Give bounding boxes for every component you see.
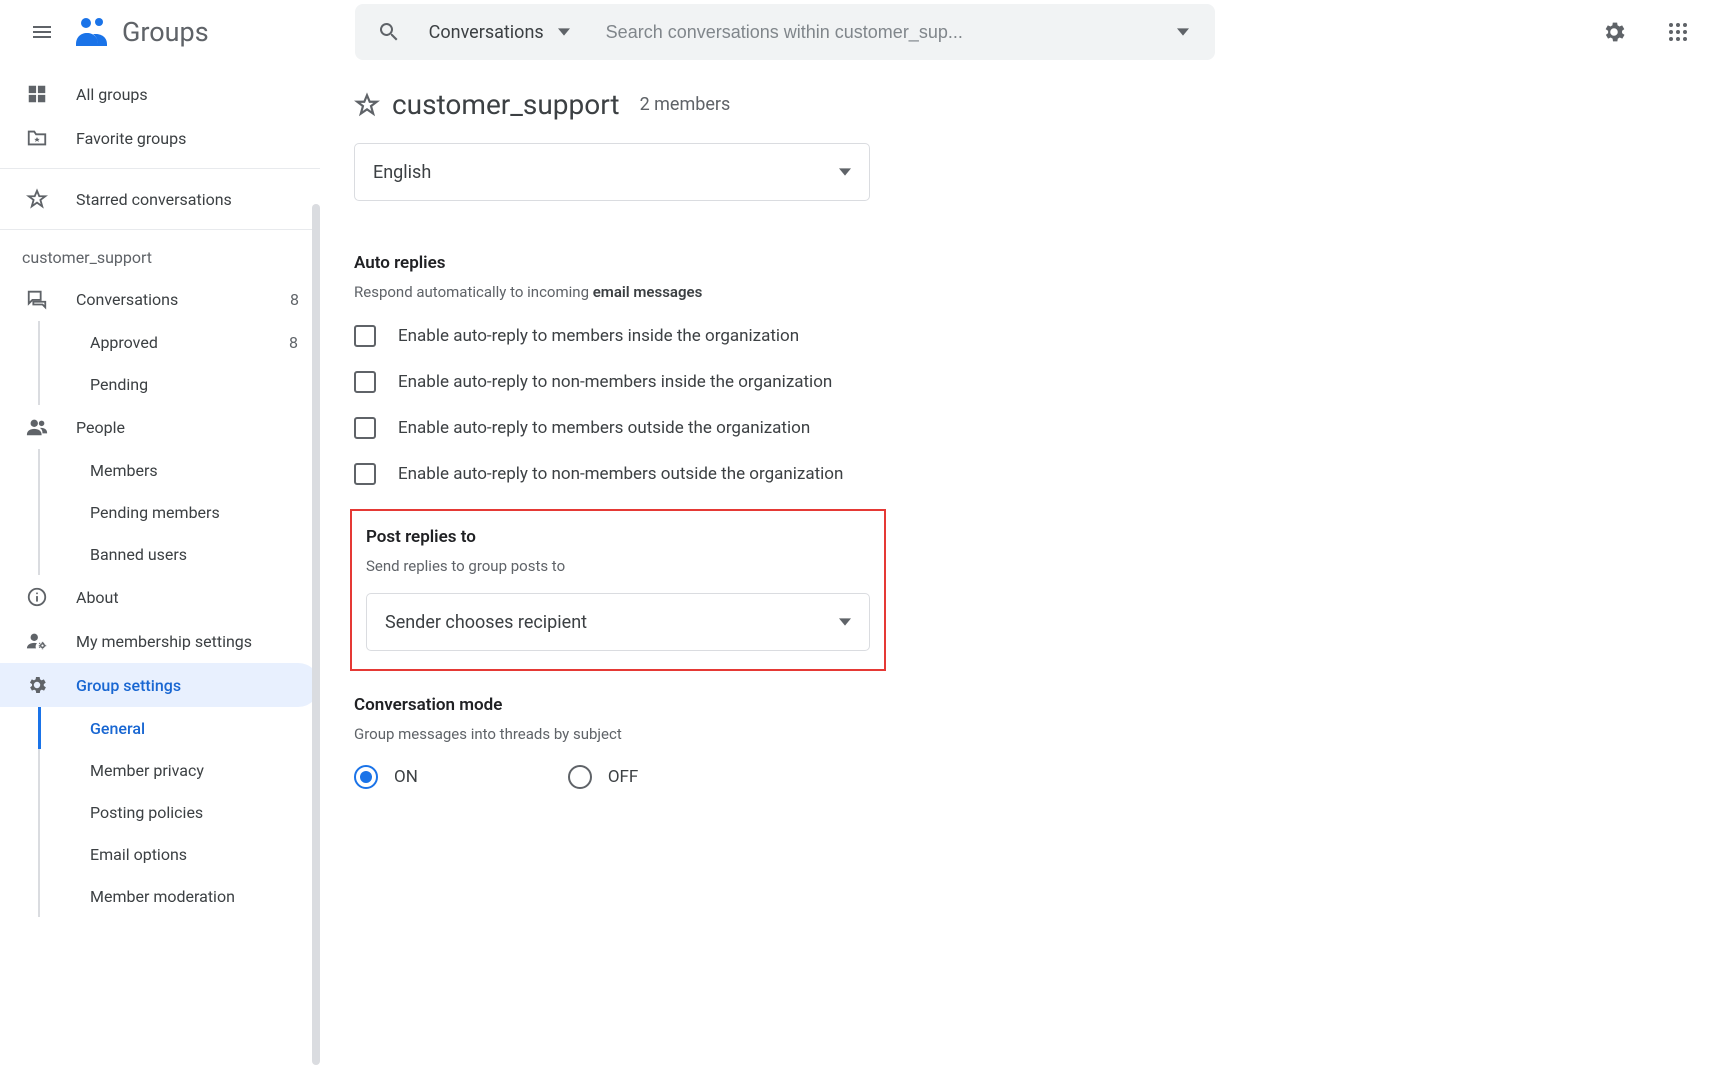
- sidebar-item-membership-settings[interactable]: My membership settings: [0, 619, 320, 663]
- sidebar-item-favorite-groups[interactable]: Favorite groups: [0, 116, 320, 160]
- sidebar-item-pending[interactable]: Pending: [0, 363, 320, 405]
- sidebar-item-member-moderation[interactable]: Member moderation: [0, 875, 320, 917]
- post-replies-title: Post replies to: [366, 527, 870, 547]
- divider: [0, 229, 320, 230]
- sidebar-scrollbar[interactable]: [312, 204, 320, 1065]
- checkbox-label: Enable auto-reply to members outside the…: [398, 418, 810, 438]
- checkbox[interactable]: [354, 325, 376, 347]
- sidebar-item-approved[interactable]: Approved 8: [0, 321, 320, 363]
- sidebar-item-email-options[interactable]: Email options: [0, 833, 320, 875]
- sidebar-label: Member privacy: [90, 761, 320, 780]
- main-content: customer_support 2 members English Auto …: [320, 64, 1720, 1065]
- sidebar-label: Banned users: [90, 545, 320, 564]
- checkbox[interactable]: [354, 463, 376, 485]
- post-replies-select[interactable]: Sender chooses recipient: [366, 593, 870, 651]
- sidebar-item-conversations[interactable]: Conversations 8: [0, 277, 320, 321]
- search-scope-dropdown[interactable]: Conversations: [411, 22, 588, 43]
- sidebar: All groups Favorite groups Starred conve…: [0, 64, 320, 1065]
- sidebar-label: Posting policies: [90, 803, 320, 822]
- sidebar-item-starred[interactable]: Starred conversations: [0, 177, 320, 221]
- sidebar-label: My membership settings: [76, 632, 320, 651]
- sidebar-label: Approved: [90, 333, 289, 352]
- search-scope-label: Conversations: [429, 22, 544, 43]
- radio-button[interactable]: [354, 765, 378, 789]
- settings-button[interactable]: [1590, 8, 1638, 56]
- sidebar-label: Conversations: [76, 290, 290, 309]
- post-replies-subtitle: Send replies to group posts to: [366, 557, 870, 575]
- sidebar-label: Members: [90, 461, 320, 480]
- sidebar-item-posting-policies[interactable]: Posting policies: [0, 791, 320, 833]
- chevron-down-icon: [558, 26, 570, 38]
- sidebar-label: People: [76, 418, 320, 437]
- favorite-folder-icon: [26, 127, 76, 149]
- divider: [0, 168, 320, 169]
- groups-logo-icon: [72, 12, 112, 52]
- apps-grid-icon: [1666, 20, 1690, 44]
- auto-reply-option-row[interactable]: Enable auto-reply to members outside the…: [354, 417, 1680, 439]
- sidebar-label: All groups: [76, 85, 320, 104]
- checkbox[interactable]: [354, 371, 376, 393]
- app-logo[interactable]: Groups: [72, 12, 209, 52]
- auto-reply-option-row[interactable]: Enable auto-reply to non-members inside …: [354, 371, 1680, 393]
- checkbox-label: Enable auto-reply to non-members inside …: [398, 372, 832, 392]
- sidebar-label: Pending members: [90, 503, 320, 522]
- search-input[interactable]: [588, 22, 1163, 43]
- sidebar-label: Member moderation: [90, 887, 320, 906]
- person-gear-icon: [26, 630, 76, 652]
- gear-icon: [26, 674, 76, 696]
- sidebar-item-all-groups[interactable]: All groups: [0, 72, 320, 116]
- sidebar-label: General: [90, 719, 320, 738]
- sidebar-label: Group settings: [76, 676, 320, 695]
- sidebar-item-people[interactable]: People: [0, 405, 320, 449]
- members-count: 2 members: [640, 94, 731, 115]
- language-select[interactable]: English: [354, 143, 870, 201]
- conversation-mode-on-radio[interactable]: ON: [354, 765, 418, 789]
- chevron-down-icon: [839, 166, 851, 178]
- apps-button[interactable]: [1654, 8, 1702, 56]
- search-options-dropdown[interactable]: [1163, 26, 1203, 38]
- info-icon: [26, 586, 76, 608]
- conversations-icon: [26, 288, 76, 310]
- checkbox-label: Enable auto-reply to non-members outside…: [398, 464, 843, 484]
- radio-label: ON: [394, 767, 418, 787]
- app-name: Groups: [122, 16, 209, 48]
- checkbox-label: Enable auto-reply to members inside the …: [398, 326, 799, 346]
- sidebar-label: About: [76, 588, 320, 607]
- gear-icon: [1601, 19, 1627, 45]
- people-icon: [26, 416, 76, 438]
- sidebar-item-group-settings[interactable]: Group settings: [0, 663, 320, 707]
- conversation-mode-subtitle: Group messages into threads by subject: [354, 725, 1680, 743]
- auto-reply-option-row[interactable]: Enable auto-reply to members inside the …: [354, 325, 1680, 347]
- sidebar-item-members[interactable]: Members: [0, 449, 320, 491]
- search-bar[interactable]: Conversations: [355, 4, 1215, 60]
- language-select-value: English: [373, 162, 431, 183]
- auto-reply-option-row[interactable]: Enable auto-reply to non-members outside…: [354, 463, 1680, 485]
- all-groups-icon: [26, 83, 76, 105]
- star-group-button[interactable]: [354, 92, 380, 118]
- radio-label: OFF: [608, 767, 639, 787]
- sidebar-item-member-privacy[interactable]: Member privacy: [0, 749, 320, 791]
- sidebar-label: Email options: [90, 845, 320, 864]
- sidebar-item-about[interactable]: About: [0, 575, 320, 619]
- search-icon[interactable]: [367, 20, 411, 44]
- star-icon: [26, 188, 76, 210]
- sidebar-group-name: customer_support: [0, 238, 320, 277]
- checkbox[interactable]: [354, 417, 376, 439]
- post-replies-section-highlight: Post replies to Send replies to group po…: [350, 509, 886, 671]
- post-replies-select-value: Sender chooses recipient: [385, 612, 587, 633]
- sidebar-label: Starred conversations: [76, 190, 320, 209]
- sidebar-label: Pending: [90, 375, 320, 394]
- sidebar-item-pending-members[interactable]: Pending members: [0, 491, 320, 533]
- radio-button[interactable]: [568, 765, 592, 789]
- group-title: customer_support: [392, 88, 620, 121]
- auto-replies-subtitle: Respond automatically to incoming email …: [354, 283, 1680, 301]
- auto-replies-title: Auto replies: [354, 253, 1680, 273]
- chevron-down-icon: [839, 616, 851, 628]
- conversation-mode-title: Conversation mode: [354, 695, 1680, 715]
- main-menu-button[interactable]: [18, 8, 66, 56]
- sidebar-label: Favorite groups: [76, 129, 320, 148]
- sidebar-item-general[interactable]: General: [0, 707, 320, 749]
- sidebar-item-banned-users[interactable]: Banned users: [0, 533, 320, 575]
- conversation-mode-off-radio[interactable]: OFF: [568, 765, 639, 789]
